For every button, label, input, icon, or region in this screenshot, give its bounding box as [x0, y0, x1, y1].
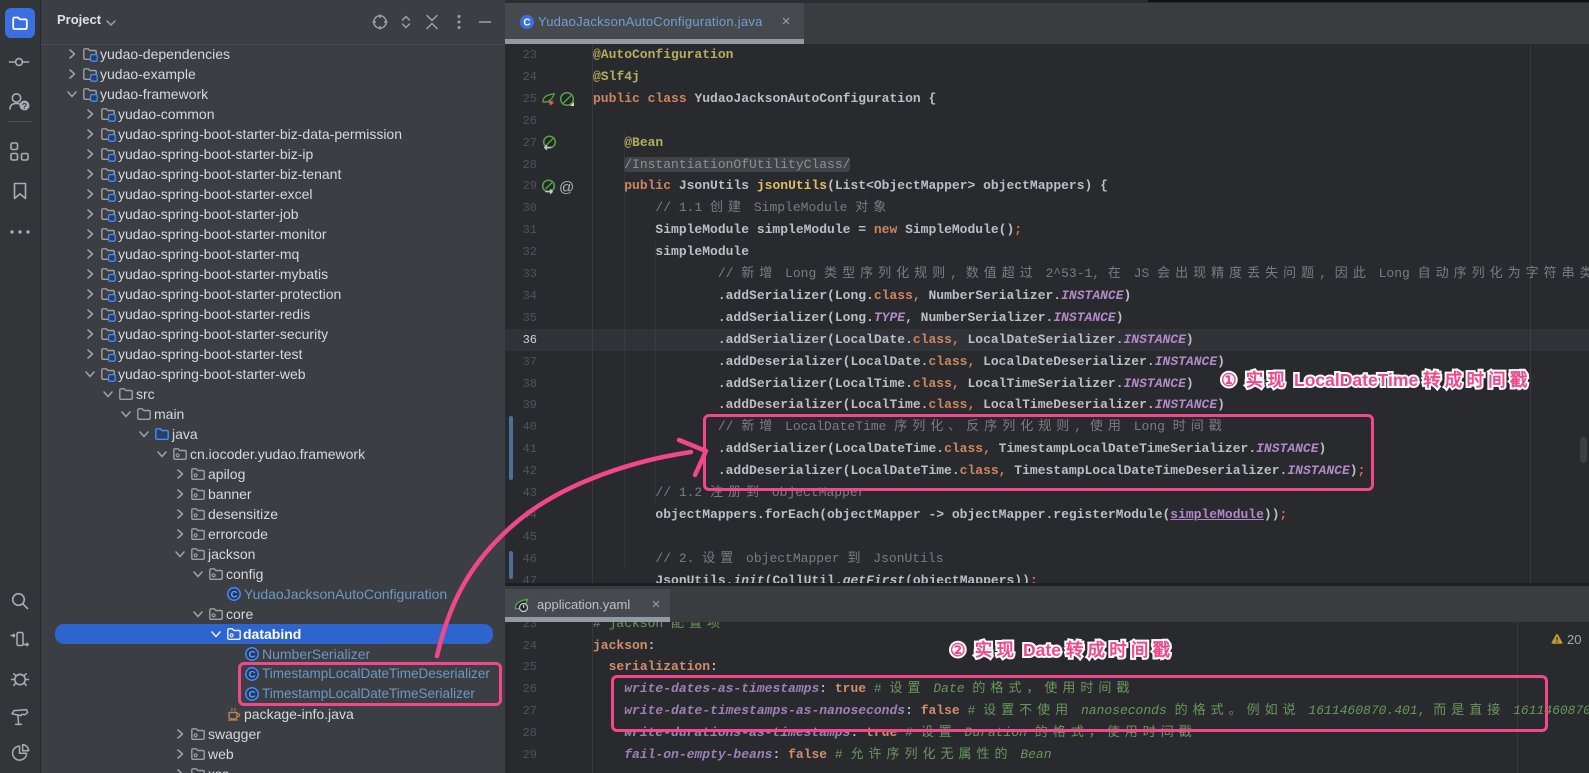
svg-text:?: ? [22, 101, 27, 111]
